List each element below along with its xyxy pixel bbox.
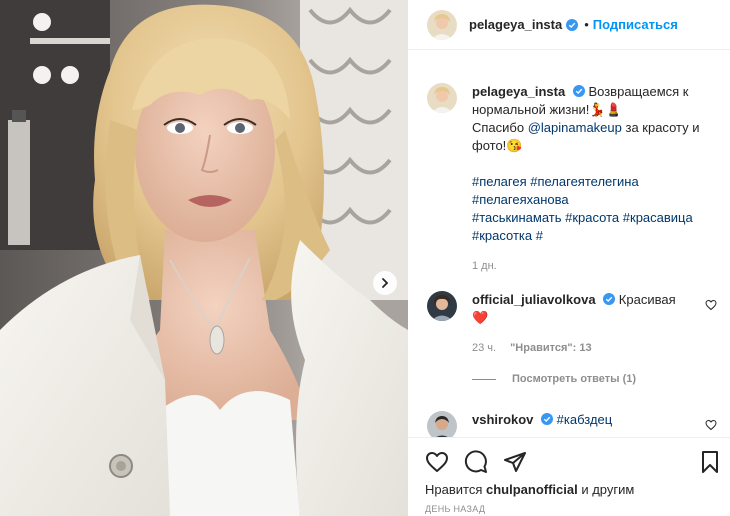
verified-badge-icon <box>603 293 616 305</box>
hashtag-link[interactable]: #красотка <box>472 228 532 243</box>
next-photo-button[interactable] <box>373 271 397 295</box>
liked-by-prefix: Нравится <box>425 482 486 497</box>
heart-outline-icon[interactable] <box>425 450 449 474</box>
verified-badge-icon <box>541 413 554 425</box>
post-actions-bar <box>408 437 730 485</box>
hashtag-link[interactable]: #пелагея <box>472 174 527 189</box>
hashtag-link[interactable]: #пелагеятелегина <box>530 174 638 189</box>
hashtag-link[interactable]: #пелагеяханова <box>472 192 569 207</box>
view-replies-button[interactable]: Посмотреть ответы (1) <box>472 373 636 385</box>
post-header: pelageya_insta • Подписаться <box>408 0 730 50</box>
hashtag-link[interactable]: #красавица <box>623 210 693 225</box>
separator-dot: • <box>584 17 589 32</box>
comment-hashtag[interactable]: #кабздец <box>557 412 613 427</box>
comment-like-heart-icon[interactable] <box>705 299 717 311</box>
replies-divider-line <box>472 378 496 380</box>
hashtag-link[interactable]: #таськинамать <box>472 210 562 225</box>
commenter-username[interactable]: vshirokov <box>472 412 533 427</box>
view-replies-label: Посмотреть ответы (1) <box>512 373 637 385</box>
caption-time[interactable]: 1 дн. <box>472 257 712 275</box>
comment-bubble-icon[interactable] <box>464 450 488 474</box>
comment-likes-count[interactable]: "Нравится": 13 <box>510 342 591 354</box>
commenter-avatar[interactable] <box>427 291 457 321</box>
comment-emoji-heart: ❤️ <box>472 310 489 325</box>
post-photo[interactable] <box>0 0 408 516</box>
post-side-panel: pelageya_insta • Подписаться pelageya_in… <box>408 0 730 516</box>
caption-avatar[interactable] <box>427 83 457 113</box>
hashtag-link[interactable]: #красота <box>565 210 619 225</box>
author-username[interactable]: pelageya_insta <box>469 17 562 32</box>
comment-time[interactable]: 23 ч. <box>472 342 496 354</box>
comment-text: Красивая <box>618 292 676 307</box>
commenter-avatar[interactable] <box>427 411 457 437</box>
comment-meta: 23 ч. "Нравится": 13 <box>472 339 712 357</box>
liked-by-line[interactable]: Нравится chulpanofficial и другим <box>425 482 634 497</box>
selfie-image <box>0 0 408 516</box>
verified-badge-icon <box>566 18 579 31</box>
follow-button[interactable]: Подписаться <box>593 17 678 32</box>
hashtag-block: #пелагея #пелагеятелегина #пелагеяханова… <box>472 173 712 245</box>
chevron-right-icon <box>382 278 389 288</box>
verified-badge-icon <box>572 85 585 97</box>
caption-thanks: Спасибо <box>472 120 528 135</box>
mention-link[interactable]: @lapinamakeup <box>528 120 622 135</box>
post-date[interactable]: ДЕНЬ НАЗАД <box>425 504 485 514</box>
caption-username[interactable]: pelageya_insta <box>472 84 565 99</box>
author-avatar[interactable] <box>427 9 457 40</box>
bookmark-icon[interactable] <box>698 450 722 474</box>
comments-list[interactable]: pelageya_insta Возвращаемся к нормальной… <box>408 51 730 437</box>
caption-emoji-dance: 💃💄 <box>589 102 622 117</box>
liked-by-username[interactable]: chulpanofficial <box>486 482 578 497</box>
commenter-username[interactable]: official_juliavolkova <box>472 292 596 307</box>
liked-by-suffix[interactable]: и другим <box>578 482 634 497</box>
paper-plane-icon[interactable] <box>503 450 527 474</box>
hashtag-link[interactable]: # <box>536 228 543 243</box>
comment-like-heart-icon[interactable] <box>705 419 717 431</box>
caption-emoji-kiss: 😘 <box>506 138 523 153</box>
